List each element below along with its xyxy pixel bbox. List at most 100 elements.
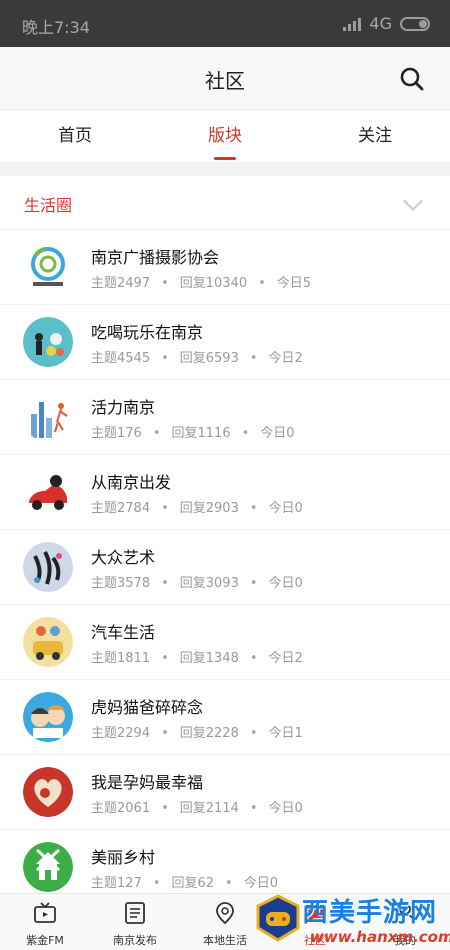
forum-stats: 主题2061 • 回复2114 • 今日0 [91, 797, 303, 816]
reply-count: 回复6593 [179, 351, 239, 366]
topic-count: 主题2294 [91, 726, 151, 741]
top-tabs: 首页 版块 关注 [0, 110, 450, 162]
forum-stats: 主题176 • 回复1116 • 今日0 [91, 422, 295, 441]
battery-icon [400, 16, 430, 31]
separator-dot: • [161, 501, 169, 516]
forum-stats: 主题2497 • 回复10340 • 今日5 [91, 272, 311, 291]
topic-count: 主题176 [91, 426, 142, 441]
today-count: 今日1 [268, 726, 303, 741]
nav-item-nanjing-release[interactable]: 南京发布 [90, 898, 180, 948]
tab-following-label: 关注 [358, 126, 392, 146]
status-bar: 晚上7:34 4G [0, 0, 450, 47]
nav-item-local-life[interactable]: 本地生活 [180, 898, 270, 948]
reply-count: 回复10340 [179, 276, 248, 291]
topic-count: 主题2784 [91, 501, 151, 516]
section-header-life-circle[interactable]: 生活圈 [0, 176, 450, 230]
separator-dot: • [249, 651, 258, 666]
today-count: 今日0 [260, 426, 295, 441]
tab-home[interactable]: 首页 [0, 110, 150, 162]
tv-icon [34, 902, 56, 923]
reply-count: 回复3093 [179, 576, 239, 591]
forum-name: 从南京出发 [91, 473, 172, 492]
separator-dot: • [161, 576, 169, 591]
tab-sections-label: 版块 [208, 126, 242, 146]
topic-count: 主题4545 [91, 351, 151, 366]
separator-dot: • [152, 426, 161, 441]
separator-dot: • [249, 351, 258, 366]
bottom-navigation: 紫金FM 南京发布 本地生活 社区 我的 [0, 893, 450, 950]
forum-item[interactable]: 活力南京 主题176 • 回复1116 • 今日0 [0, 380, 450, 455]
nav-label: 紫金FM [26, 934, 64, 947]
forum-avatar [23, 842, 73, 892]
nav-label: 社区 [304, 934, 326, 947]
separator-dot: • [249, 576, 258, 591]
separator-dot: • [258, 276, 266, 291]
separator-dot: • [161, 351, 169, 366]
forum-name: 我是孕妈最幸福 [91, 773, 204, 792]
forum-name: 美丽乡村 [91, 848, 156, 867]
section-title: 生活圈 [24, 196, 73, 215]
separator-dot: • [225, 876, 233, 891]
forum-name: 大众艺术 [91, 548, 156, 567]
forum-avatar [23, 392, 73, 442]
forum-name: 汽车生活 [91, 623, 156, 642]
forum-list: 南京广播摄影协会 主题2497 • 回复10340 • 今日5 吃喝玩乐在南京 主题45… [0, 230, 450, 905]
tab-home-label: 首页 [58, 126, 92, 146]
reply-count: 回复1348 [179, 651, 239, 666]
reply-count: 回复2903 [179, 501, 239, 516]
search-icon[interactable] [400, 67, 424, 91]
community-icon [306, 905, 324, 922]
chevron-down-icon[interactable] [403, 191, 423, 211]
forum-stats: 主题3578 • 回复3093 • 今日0 [91, 572, 303, 591]
nav-item-mine[interactable]: 我的 [360, 898, 450, 948]
reply-count: 回复62 [171, 876, 215, 891]
nav-item-zijin-fm[interactable]: 紫金FM [0, 898, 90, 948]
forum-item[interactable]: 我是孕妈最幸福 主题2061 • 回复2114 • 今日0 [0, 755, 450, 830]
forum-stats: 主题2784 • 回复2903 • 今日0 [91, 497, 303, 516]
nav-item-community[interactable]: 社区 [270, 898, 360, 948]
active-tab-indicator [214, 157, 236, 160]
today-count: 今日5 [276, 276, 312, 291]
section-divider [0, 162, 450, 176]
network-type: 4G [369, 14, 392, 33]
topic-count: 主题127 [91, 876, 142, 891]
status-icons: 4G [343, 14, 430, 33]
forum-item[interactable]: 从南京出发 主题2784 • 回复2903 • 今日0 [0, 455, 450, 530]
forum-name: 虎妈猫爸碎碎念 [91, 698, 204, 717]
document-icon [125, 902, 145, 924]
separator-dot: • [249, 801, 258, 816]
topic-count: 主题2061 [91, 801, 151, 816]
forum-item[interactable]: 虎妈猫爸碎碎念 主题2294 • 回复2228 • 今日1 [0, 680, 450, 755]
forum-item[interactable]: 汽车生活 主题1811 • 回复1348 • 今日2 [0, 605, 450, 680]
forum-item[interactable]: 吃喝玩乐在南京 主题4545 • 回复6593 • 今日2 [0, 305, 450, 380]
forum-stats: 主题127 • 回复62 • 今日0 [91, 872, 278, 891]
forum-name: 南京广播摄影协会 [91, 248, 220, 267]
separator-dot: • [249, 501, 258, 516]
today-count: 今日2 [268, 651, 303, 666]
forum-avatar [23, 617, 73, 667]
app-header: 社区 [0, 47, 450, 110]
profile-icon [395, 903, 415, 924]
forum-item[interactable]: 南京广播摄影协会 主题2497 • 回复10340 • 今日5 [0, 230, 450, 305]
forum-name: 吃喝玩乐在南京 [91, 323, 204, 342]
forum-stats: 主题4545 • 回复6593 • 今日2 [91, 347, 303, 366]
tab-following[interactable]: 关注 [300, 110, 450, 162]
forum-item[interactable]: 大众艺术 主题3578 • 回复3093 • 今日0 [0, 530, 450, 605]
nav-label: 我的 [394, 934, 416, 947]
page-title: 社区 [205, 69, 245, 93]
today-count: 今日0 [268, 576, 303, 591]
nav-label: 本地生活 [203, 934, 247, 947]
forum-avatar [23, 542, 73, 592]
reply-count: 回复1116 [171, 426, 231, 441]
today-count: 今日0 [268, 801, 303, 816]
separator-dot: • [161, 801, 169, 816]
separator-dot: • [161, 726, 169, 741]
signal-icon [343, 17, 362, 31]
today-count: 今日0 [268, 501, 303, 516]
topic-count: 主题3578 [91, 576, 151, 591]
reply-count: 回复2228 [179, 726, 239, 741]
topic-count: 主题2497 [91, 276, 151, 291]
forum-name: 活力南京 [91, 398, 156, 417]
tab-sections[interactable]: 版块 [150, 110, 300, 162]
reply-count: 回复2114 [179, 801, 239, 816]
